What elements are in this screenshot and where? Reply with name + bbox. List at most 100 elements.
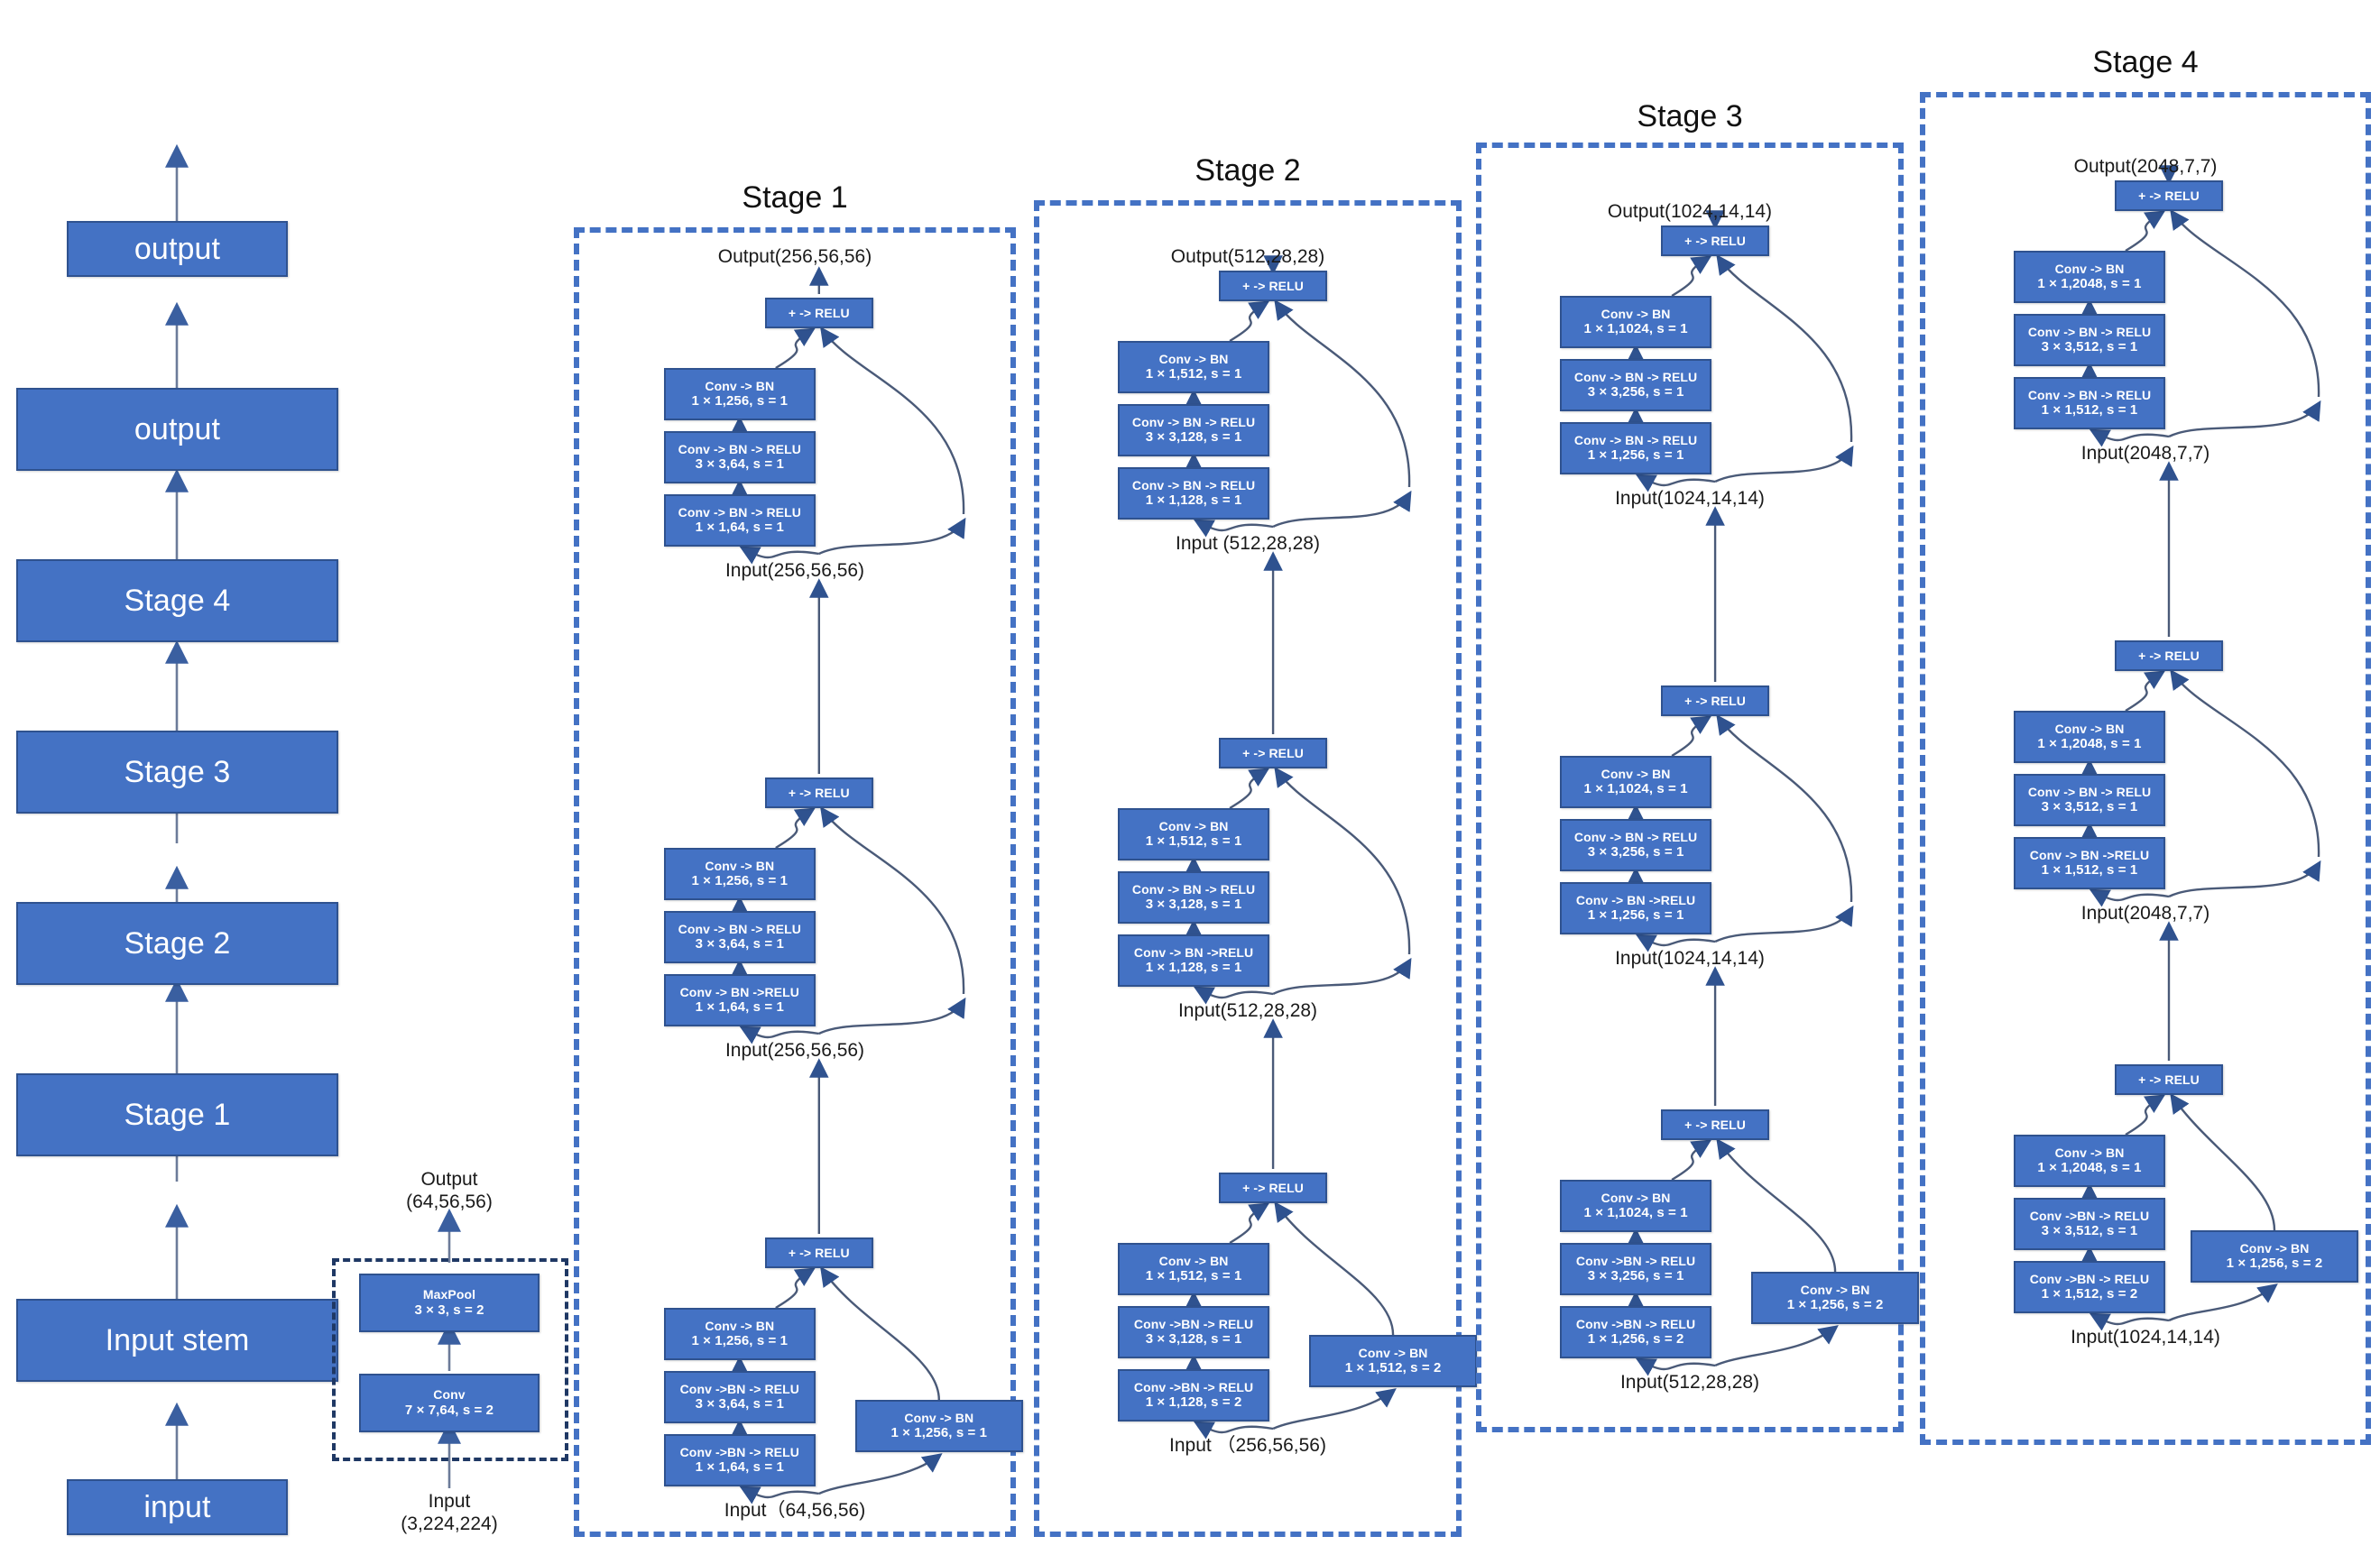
stage1-block3-conv1-title: Conv -> BN -> RELU (678, 504, 801, 520)
input-note-line2: (3,224,224) (401, 1513, 498, 1535)
stage4-block1-conv3-params: 1 × 1,2048, s = 1 (2037, 1160, 2142, 1176)
stage2-block2-shortcut-conv: Conv -> BN 1 × 1,512, s = 2 (1309, 1335, 1478, 1387)
stage1-block2-conv3: Conv -> BN 1 × 1,256, s = 1 (663, 848, 816, 900)
stage1-block1-conv3-params: 1 × 1,256, s = 1 (691, 1333, 789, 1349)
stage2-block2-add-relu-title: + -> RELU (1242, 1180, 1304, 1195)
stage3-block5-conv3-title: Conv -> BN (1601, 766, 1671, 781)
stage1-block2-conv1: Conv -> BN ->RELU 1 × 1,64, s = 1 (663, 974, 816, 1026)
stage1-block1-conv2-params: 3 × 3,64, s = 1 (695, 1396, 784, 1412)
stage3-block4-conv3-params: 1 × 1,1024, s = 1 (1583, 1205, 1688, 1221)
stage2-block2-conv1-params: 1 × 1,128, s = 2 (1145, 1394, 1242, 1411)
stage4-block1-conv1: Conv ->BN -> RELU 1 × 1,512, s = 2 (2014, 1261, 2165, 1313)
stage3-block4-conv3: Conv -> BN 1 × 1,1024, s = 1 (1560, 1180, 1712, 1232)
overview-label: output (134, 411, 221, 446)
overview-label: Stage 1 (124, 1097, 231, 1132)
stage4-block2-conv2-params: 3 × 3,512, s = 1 (2041, 799, 2138, 815)
stage1-block1-add-relu-title: + -> RELU (788, 1245, 850, 1260)
stage1-block1-conv3: Conv -> BN 1 × 1,256, s = 1 (663, 1308, 816, 1360)
stage1-block3-conv2-params: 3 × 3,64, s = 1 (695, 456, 784, 473)
stage1-block3-conv2: Conv -> BN -> RELU 3 × 3,64, s = 1 (663, 431, 816, 483)
stage2-block4-conv3-params: 1 × 1,512, s = 1 (1145, 366, 1242, 382)
stage3-block6-add-relu-title: + -> RELU (1684, 233, 1746, 248)
stage1-block2-add-relu-title: + -> RELU (788, 785, 850, 800)
input-stem-output-note: Output (64,56,56) (359, 1168, 540, 1213)
stage4-block3-conv3: Conv -> BN 1 × 1,2048, s = 1 (2014, 251, 2165, 303)
stage2-block4-conv2-params: 3 × 3,128, s = 1 (1145, 429, 1242, 446)
overview-label: Input stem (105, 1322, 250, 1357)
stage2-block2-conv3-params: 1 × 1,512, s = 1 (1145, 1268, 1242, 1284)
overview-box-stage2: Stage 2 (16, 902, 338, 985)
stage1-block3-conv1-params: 1 × 1,64, s = 1 (695, 520, 784, 536)
stage1-block1-shortcut-conv-params: 1 × 1,256, s = 1 (890, 1425, 988, 1441)
stage3-block4-shortcut-conv-params: 1 × 1,256, s = 2 (1786, 1297, 1884, 1313)
stage2-block2-add-relu: + -> RELU (1219, 1173, 1328, 1203)
stage2-block3-input-note: Input(512,28,28) (1177, 1000, 1318, 1021)
stage3-block6-conv1-params: 1 × 1,256, s = 1 (1587, 447, 1684, 464)
stage4-block3-conv1: Conv -> BN -> RELU 1 × 1,512, s = 1 (2014, 377, 2165, 429)
input-note-line1: Input (428, 1491, 471, 1512)
stage3-block6-conv1: Conv -> BN -> RELU 1 × 1,256, s = 1 (1560, 422, 1712, 474)
output-note-line1: Output (420, 1169, 478, 1190)
stage2-block4-conv1-title: Conv -> BN -> RELU (1131, 477, 1256, 492)
stage3-block6-conv3: Conv -> BN 1 × 1,1024, s = 1 (1560, 296, 1712, 348)
stage4-block2-conv3: Conv -> BN 1 × 1,2048, s = 1 (2014, 711, 2165, 763)
stage1-block2-conv3-title: Conv -> BN (705, 858, 775, 873)
stage1-block2-conv2-title: Conv -> BN -> RELU (678, 921, 801, 936)
stage1-block1-add-relu: + -> RELU (764, 1237, 873, 1268)
stage1-block2-conv3-params: 1 × 1,256, s = 1 (691, 873, 789, 889)
stage1-block3-conv3-title: Conv -> BN (705, 378, 775, 393)
stage4-block3-add-relu-title: + -> RELU (2138, 188, 2200, 203)
stage3-block5-conv2-title: Conv -> BN -> RELU (1573, 829, 1698, 844)
stage3-block4-conv2-title: Conv ->BN -> RELU (1575, 1253, 1696, 1268)
stage3-block5-input-note: Input(1024,14,14) (1615, 948, 1765, 969)
overview-label: output (134, 231, 221, 266)
stage1-block3-conv1: Conv -> BN -> RELU 1 × 1,64, s = 1 (663, 494, 816, 547)
stage2-block4-conv2-title: Conv -> BN -> RELU (1131, 414, 1256, 429)
stage1-block1-shortcut-conv: Conv -> BN 1 × 1,256, s = 1 (854, 1400, 1023, 1452)
stage4-block1-shortcut-conv-params: 1 × 1,256, s = 2 (2226, 1256, 2323, 1272)
stage3-block4-add-relu: + -> RELU (1661, 1109, 1770, 1140)
stage2-block3-conv3-title: Conv -> BN (1158, 818, 1229, 833)
stage4-block1-add-relu-title: + -> RELU (2138, 1072, 2200, 1087)
stage4-block1-conv1-params: 1 × 1,512, s = 2 (2041, 1286, 2138, 1302)
stage1-block1-conv1-params: 1 × 1,64, s = 1 (695, 1459, 784, 1476)
stage2-block2-shortcut-conv-title: Conv -> BN (1358, 1345, 1428, 1360)
stage4-block2-input-note: Input(2048,7,7) (2080, 903, 2210, 924)
overview-label: Stage 3 (124, 754, 231, 789)
maxpool-params: 3 × 3, s = 2 (414, 1302, 484, 1318)
stage1-block3-add-relu-title: + -> RELU (788, 305, 850, 320)
stage4-block2-conv1-params: 1 × 1,512, s = 1 (2041, 862, 2138, 879)
stage3-block6-input-note: Input(1024,14,14) (1615, 488, 1765, 509)
input-stem-conv: Conv 7 × 7,64, s = 2 (359, 1374, 540, 1432)
stage1-block3-input-note: Input(256,56,56) (724, 560, 865, 581)
stage4-block1-conv1-title: Conv ->BN -> RELU (2029, 1271, 2150, 1286)
stage1-block2-input-note: Input(256,56,56) (724, 1040, 865, 1061)
stage2-block3-conv3-params: 1 × 1,512, s = 1 (1145, 833, 1242, 850)
stage2-block3-conv1: Conv -> BN ->RELU 1 × 1,128, s = 1 (1118, 934, 1270, 987)
conv-title: Conv (433, 1387, 466, 1403)
overview-box-output-top: output (67, 221, 288, 277)
stage4-block2-add-relu-title: + -> RELU (2138, 648, 2200, 663)
stage2-block4-add-relu: + -> RELU (1219, 271, 1328, 301)
conv-params: 7 × 7,64, s = 2 (404, 1402, 494, 1418)
stage1-block1-shortcut-conv-title: Conv -> BN (904, 1410, 974, 1425)
stage3-block6-add-relu: + -> RELU (1661, 225, 1770, 256)
stage3-block4-add-relu-title: + -> RELU (1684, 1117, 1746, 1132)
stage1-block1-conv2: Conv ->BN -> RELU 3 × 3,64, s = 1 (663, 1371, 816, 1423)
stage3-block4-conv1: Conv ->BN -> RELU 1 × 1,256, s = 2 (1560, 1306, 1712, 1358)
stage4-block1-conv2-title: Conv ->BN -> RELU (2029, 1208, 2150, 1223)
stage4-block3-conv3-params: 1 × 1,2048, s = 1 (2037, 276, 2142, 292)
output-note-line2: (64,56,56) (406, 1191, 493, 1213)
overview-box-stage1: Stage 1 (16, 1073, 338, 1156)
stage2-block4-add-relu-title: + -> RELU (1242, 278, 1304, 293)
stage2-block4-conv1-params: 1 × 1,128, s = 1 (1145, 492, 1242, 509)
stage2-block3-add-relu-title: + -> RELU (1242, 745, 1304, 760)
stage2-block2-conv1-title: Conv ->BN -> RELU (1133, 1379, 1254, 1394)
diagram-canvas: output output Stage 4 Stage 3 Stage 2 St… (0, 0, 2380, 1564)
stage2-block3-conv2: Conv -> BN -> RELU 3 × 3,128, s = 1 (1118, 871, 1270, 924)
stage-1-output-note: Output(256,56,56) (717, 246, 872, 267)
stage-title-2: Stage 2 (1195, 153, 1301, 188)
stage4-block1-add-relu: + -> RELU (2115, 1064, 2223, 1095)
stage4-block3-conv1-params: 1 × 1,512, s = 1 (2041, 402, 2138, 419)
stage1-block1-conv2-title: Conv ->BN -> RELU (679, 1381, 799, 1396)
